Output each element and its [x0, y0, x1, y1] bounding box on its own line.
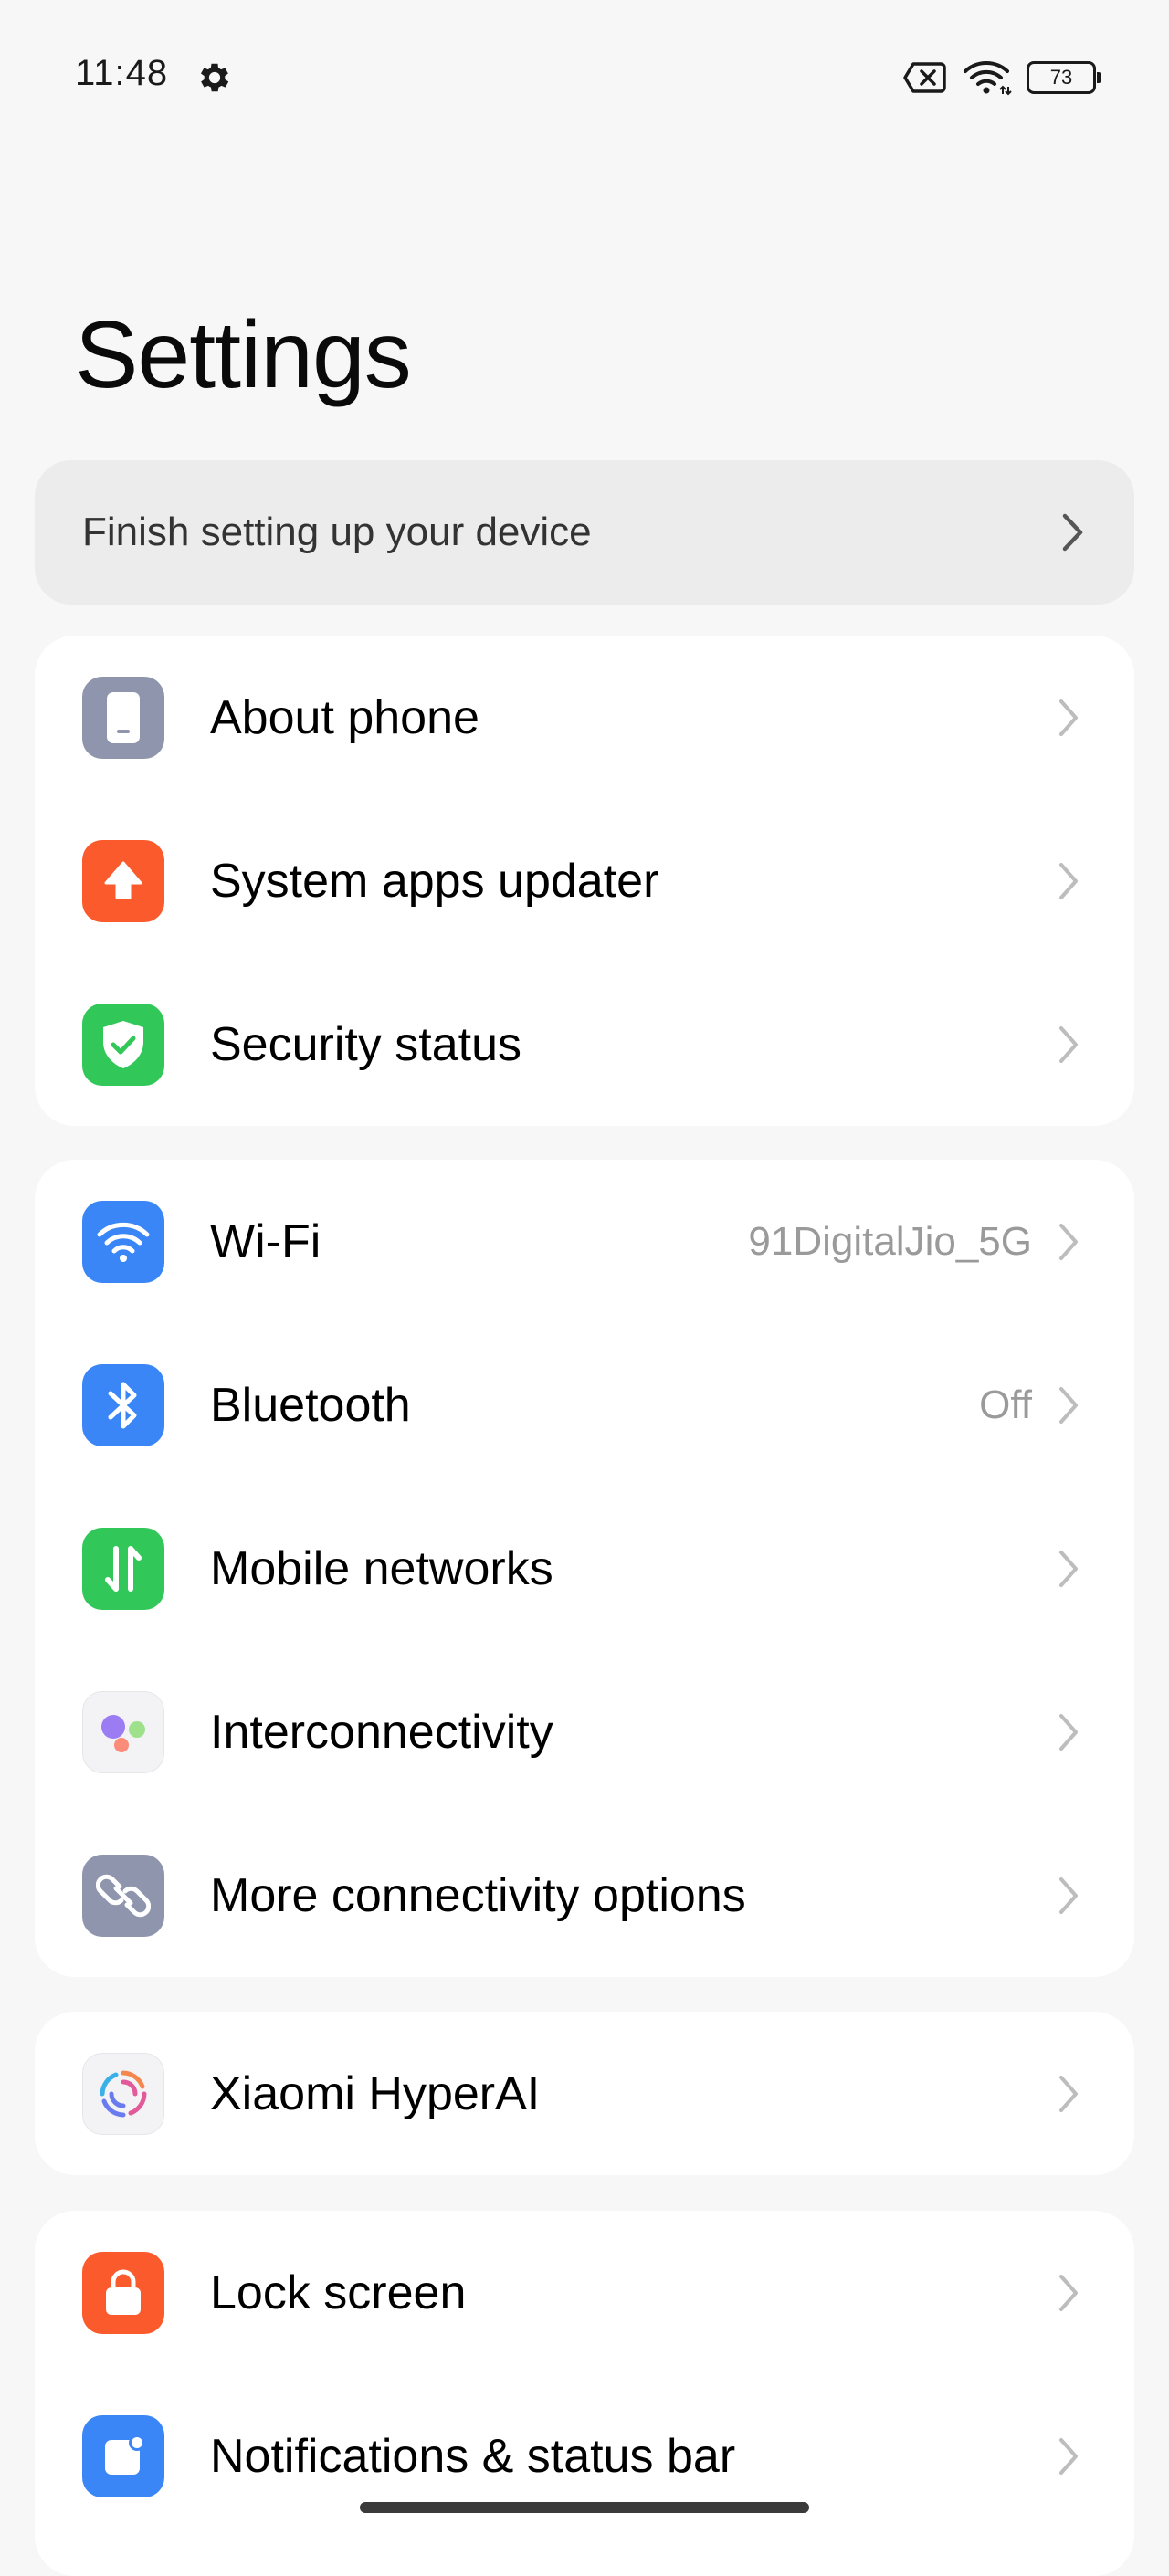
home-indicator[interactable] [360, 2502, 809, 2513]
mobile-data-icon [82, 1527, 164, 1610]
notifications-label: Notifications & status bar [210, 2429, 736, 2483]
chevron-right-icon [1050, 2429, 1087, 2484]
system-apps-updater-label: System apps updater [210, 854, 659, 908]
battery-icon: 73 [1027, 61, 1101, 94]
lock-screen-row[interactable]: Lock screen [35, 2211, 1134, 2374]
chevron-right-icon [1050, 2266, 1087, 2320]
lock-icon [82, 2251, 164, 2334]
page-title: Settings [75, 302, 412, 408]
security-status-row[interactable]: Security status [35, 962, 1134, 1126]
gear-icon [200, 63, 229, 92]
lock-screen-label: Lock screen [210, 2266, 467, 2319]
more-connectivity-row[interactable]: More connectivity options [35, 1814, 1134, 1977]
interconnectivity-label: Interconnectivity [210, 1705, 553, 1759]
bluetooth-icon [82, 1363, 164, 1446]
interconnectivity-row[interactable]: Interconnectivity [35, 1650, 1134, 1814]
bluetooth-row[interactable]: Bluetooth Off [35, 1323, 1134, 1487]
wifi-network-name: 91DigitalJio_5G [748, 1218, 1032, 1264]
status-time: 11:48 [75, 53, 169, 93]
chevron-right-icon [1050, 854, 1087, 909]
about-phone-label: About phone [210, 690, 479, 744]
system-apps-updater-row[interactable]: System apps updater [35, 799, 1134, 962]
chevron-right-icon [1062, 513, 1083, 552]
finish-setup-label: Finish setting up your device [82, 510, 592, 554]
chevron-right-icon [1050, 1705, 1087, 1760]
notification-icon [82, 2414, 164, 2497]
chevron-right-icon [1050, 2066, 1087, 2121]
battery-level: 73 [1049, 66, 1073, 89]
settings-group-ai: Xiaomi HyperAI [35, 2012, 1134, 2175]
status-icons: 73 [902, 57, 1101, 99]
bluetooth-status: Off [979, 1382, 1032, 1427]
wifi-icon [964, 61, 1012, 96]
security-status-label: Security status [210, 1017, 522, 1071]
hyperai-icon [82, 2052, 164, 2135]
xiaomi-hyperai-row[interactable]: Xiaomi HyperAI [35, 2012, 1134, 2175]
notifications-row[interactable]: Notifications & status bar [35, 2374, 1134, 2538]
xiaomi-hyperai-label: Xiaomi HyperAI [210, 2066, 541, 2120]
arrow-up-icon [82, 839, 164, 922]
mobile-networks-label: Mobile networks [210, 1541, 553, 1595]
mobile-networks-row[interactable]: Mobile networks [35, 1487, 1134, 1650]
about-phone-row[interactable]: About phone [35, 636, 1134, 799]
no-sim-icon [903, 62, 946, 93]
phone-icon [82, 676, 164, 759]
settings-group-display: Lock screen Notifications & status bar [35, 2211, 1134, 2576]
bluetooth-label: Bluetooth [210, 1378, 411, 1432]
chevron-right-icon [1050, 1214, 1087, 1269]
settings-group-connectivity: Wi-Fi 91DigitalJio_5G Bluetooth Off Mobi… [35, 1160, 1134, 1977]
finish-setup-banner[interactable]: Finish setting up your device [35, 460, 1134, 605]
chevron-right-icon [1050, 1541, 1087, 1596]
wifi-row[interactable]: Wi-Fi 91DigitalJio_5G [35, 1160, 1134, 1323]
chevron-right-icon [1050, 1378, 1087, 1433]
more-connectivity-label: More connectivity options [210, 1868, 746, 1922]
chevron-right-icon [1050, 690, 1087, 745]
settings-group-device: About phone System apps updater Security… [35, 636, 1134, 1126]
shield-check-icon [82, 1003, 164, 1086]
wifi-label: Wi-Fi [210, 1214, 321, 1268]
interconnectivity-icon [82, 1690, 164, 1773]
chevron-right-icon [1050, 1868, 1087, 1923]
wifi-icon [82, 1200, 164, 1283]
link-icon [82, 1854, 164, 1937]
status-bar: 11:48 73 [0, 0, 1169, 155]
chevron-right-icon [1050, 1017, 1087, 1072]
